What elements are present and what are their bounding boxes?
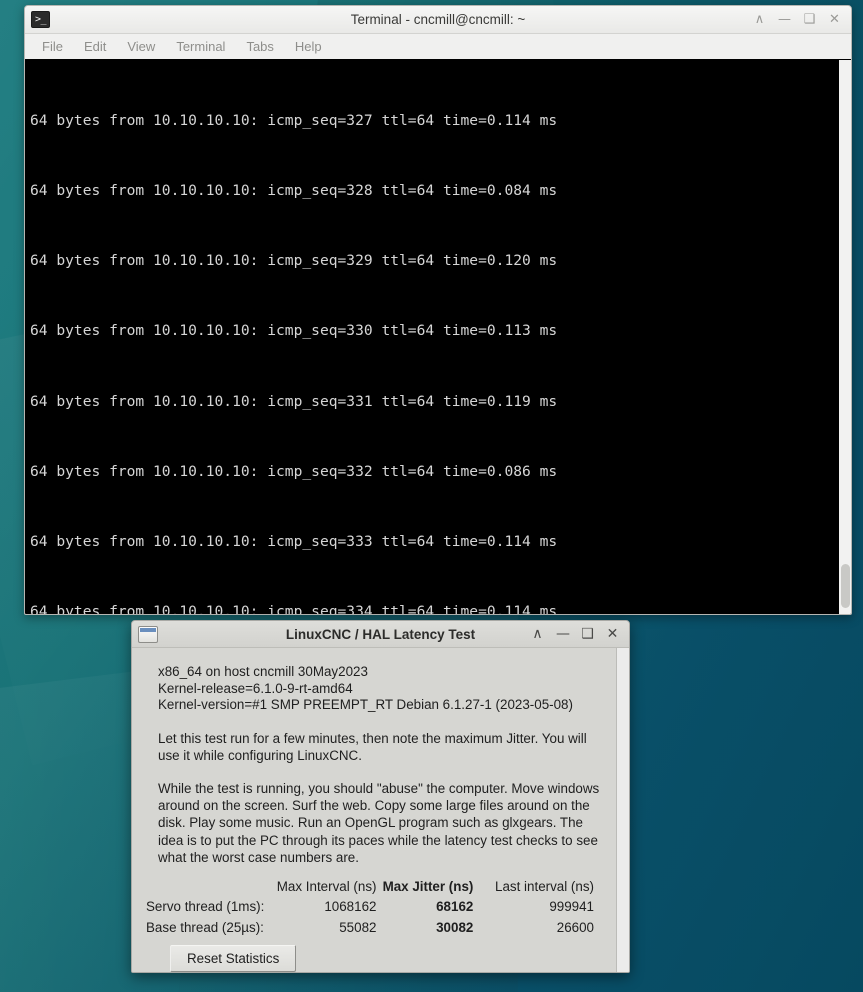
dialog-scrollbar[interactable]	[616, 648, 629, 972]
servo-thread-label: Servo thread (1ms):	[146, 899, 265, 915]
system-info: x86_64 on host cncmill 30May2023 Kernel-…	[158, 664, 606, 714]
servo-thread-max-interval: 1068162	[324, 899, 377, 915]
menu-item-terminal[interactable]: Terminal	[167, 37, 234, 56]
servo-thread-last-interval: 999941	[549, 899, 594, 915]
minimize-icon[interactable]: —	[778, 13, 791, 26]
column-header-thread	[146, 879, 271, 898]
terminal-line: 64 bytes from 10.10.10.10: icmp_seq=333 …	[30, 533, 558, 551]
dialog-body: x86_64 on host cncmill 30May2023 Kernel-…	[132, 648, 629, 972]
table-row: Base thread (25µs): 55082 30082 26600	[146, 918, 594, 939]
close-icon[interactable]: ✕	[606, 627, 619, 641]
servo-thread-max-jitter: 68162	[436, 899, 474, 915]
base-thread-max-interval: 55082	[339, 919, 377, 935]
window-icon	[138, 625, 158, 643]
dialog-titlebar[interactable]: LinuxCNC / HAL Latency Test ∧ — ❑ ✕	[132, 621, 629, 648]
menu-item-view[interactable]: View	[118, 37, 164, 56]
base-thread-last-interval: 26600	[556, 919, 594, 935]
close-icon[interactable]: ✕	[828, 13, 841, 26]
latency-test-window[interactable]: LinuxCNC / HAL Latency Test ∧ — ❑ ✕ x86_…	[131, 620, 630, 973]
latency-stats-table: Max Interval (ns) Max Jitter (ns) Last i…	[146, 879, 594, 939]
terminal-scrollbar[interactable]	[838, 60, 851, 614]
terminal-line: 64 bytes from 10.10.10.10: icmp_seq=331 …	[30, 392, 558, 410]
menu-item-help[interactable]: Help	[286, 37, 331, 56]
shade-icon[interactable]: ∧	[531, 627, 544, 641]
terminal-window-controls[interactable]: ∧ — ❑ ✕	[753, 13, 845, 26]
shade-icon[interactable]: ∧	[753, 13, 766, 26]
menu-item-edit[interactable]: Edit	[75, 37, 115, 56]
base-thread-label: Base thread (25µs):	[146, 919, 264, 935]
maximize-icon[interactable]: ❑	[581, 627, 594, 641]
terminal-line: 64 bytes from 10.10.10.10: icmp_seq=327 …	[30, 111, 558, 129]
dialog-window-controls[interactable]: ∧ — ❑ ✕	[531, 627, 623, 641]
column-header-max-interval: Max Interval (ns)	[276, 878, 377, 894]
terminal-body[interactable]: 64 bytes from 10.10.10.10: icmp_seq=327 …	[25, 59, 851, 614]
dialog-content: x86_64 on host cncmill 30May2023 Kernel-…	[132, 648, 616, 972]
sysinfo-kernel-release: Kernel-release=6.1.0-9-rt-amd64	[158, 680, 353, 696]
table-row: Servo thread (1ms): 1068162 68162 999941	[146, 897, 594, 918]
maximize-icon[interactable]: ❑	[803, 13, 816, 26]
terminal-title: Terminal - cncmill@cncmill: ~	[350, 12, 526, 27]
instructions-paragraph-2: While the test is running, you should "a…	[158, 780, 600, 866]
terminal-titlebar[interactable]: >_ Terminal - cncmill@cncmill: ~ ∧ — ❑ ✕	[25, 6, 851, 34]
column-header-last-interval: Last interval (ns)	[495, 878, 594, 894]
table-header-row: Max Interval (ns) Max Jitter (ns) Last i…	[146, 879, 594, 898]
terminal-line: 64 bytes from 10.10.10.10: icmp_seq=328 …	[30, 182, 558, 200]
terminal-output[interactable]: 64 bytes from 10.10.10.10: icmp_seq=327 …	[25, 60, 838, 614]
terminal-line: 64 bytes from 10.10.10.10: icmp_seq=334 …	[30, 603, 558, 614]
terminal-menubar[interactable]: File Edit View Terminal Tabs Help	[25, 34, 851, 59]
terminal-scrollbar-thumb[interactable]	[841, 564, 850, 608]
terminal-line: 64 bytes from 10.10.10.10: icmp_seq=332 …	[30, 462, 558, 480]
terminal-window[interactable]: >_ Terminal - cncmill@cncmill: ~ ∧ — ❑ ✕…	[24, 5, 852, 615]
sysinfo-arch-host: x86_64 on host cncmill 30May2023	[158, 664, 368, 679]
column-header-max-jitter: Max Jitter (ns)	[382, 878, 474, 894]
sysinfo-kernel-version: Kernel-version=#1 SMP PREEMPT_RT Debian …	[158, 697, 573, 713]
minimize-icon[interactable]: —	[556, 627, 570, 641]
menu-item-tabs[interactable]: Tabs	[237, 37, 282, 56]
base-thread-max-jitter: 30082	[436, 919, 474, 935]
terminal-icon: >_	[31, 11, 50, 28]
instructions-paragraph-1: Let this test run for a few minutes, the…	[158, 730, 587, 764]
menu-item-file[interactable]: File	[33, 37, 72, 56]
reset-statistics-button[interactable]: Reset Statistics	[170, 945, 297, 972]
terminal-line: 64 bytes from 10.10.10.10: icmp_seq=329 …	[30, 252, 558, 270]
dialog-button-row: Reset Statistics	[158, 938, 606, 972]
terminal-line: 64 bytes from 10.10.10.10: icmp_seq=330 …	[30, 322, 558, 340]
